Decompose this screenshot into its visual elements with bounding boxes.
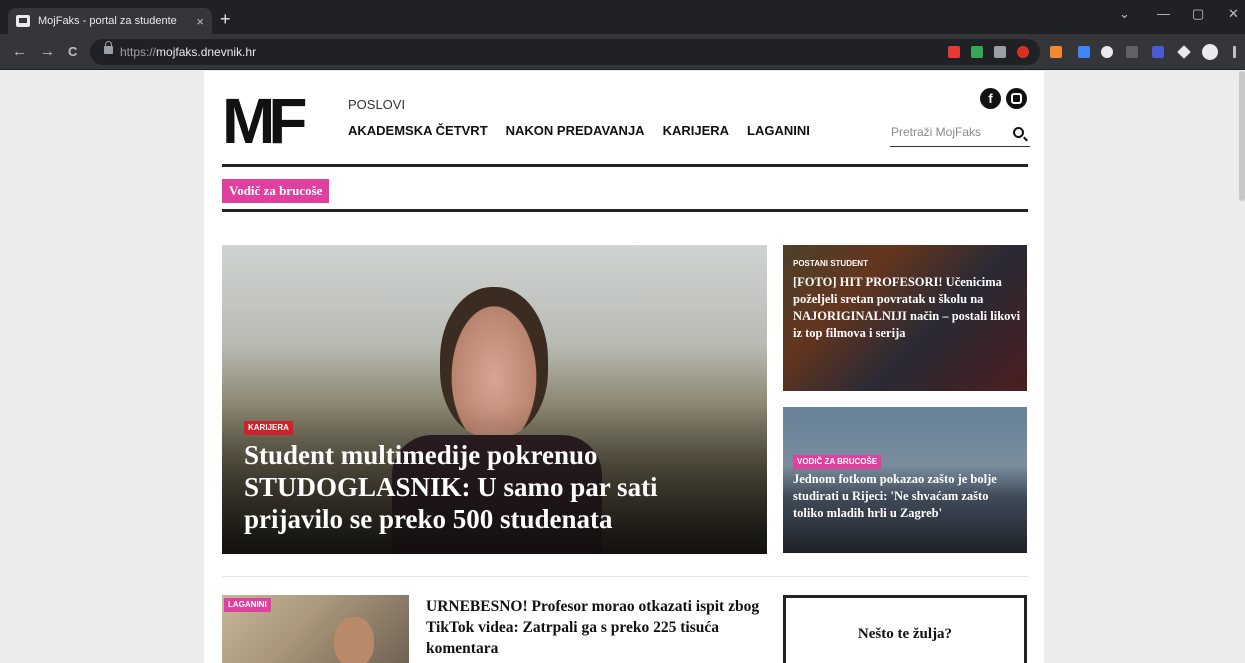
maximize-button[interactable]: ▢ [1192, 6, 1204, 22]
article-thumbnail[interactable]: LAGANINI [222, 595, 409, 663]
nav-nakon-predavanja[interactable]: NAKON PREDAVANJA [506, 123, 645, 138]
article-title[interactable]: URNEBESNO! Profesor morao otkazati ispit… [426, 596, 771, 659]
site-favicon-icon [16, 15, 30, 27]
tab-title: MojFaks - portal za studente [38, 15, 177, 27]
tab-search-chevron-icon[interactable]: ⌄ [1119, 6, 1130, 22]
feedback-widget: Nešto te žulja? [783, 595, 1027, 663]
side-article-card[interactable]: VODIČ ZA BRUCOŠE Jednom fotkom pokazao z… [783, 407, 1027, 553]
nav-laganini[interactable]: LAGANINI [747, 123, 810, 138]
media-extension-icon[interactable] [994, 46, 1006, 58]
new-tab-button[interactable]: + [220, 8, 231, 30]
network-extension-icon[interactable] [1078, 46, 1090, 58]
nav-karijera[interactable]: KARIJERA [663, 123, 729, 138]
feedback-widget-title: Nešto te žulja? [857, 626, 953, 642]
profile-avatar[interactable] [1202, 44, 1218, 60]
browser-toolbar: ← → C https://mojfaks.dnevnik.hr ⇪ ☆ [0, 34, 1245, 70]
nav-poslovi-link[interactable]: POSLOVI [348, 97, 405, 112]
main-navigation: AKADEMSKA ČETVRT NAKON PREDAVANJA KARIJE… [348, 123, 810, 138]
pinterest-extension-icon[interactable] [1017, 46, 1029, 58]
forward-button[interactable]: → [40, 43, 55, 61]
hero-title[interactable]: Student multimedije pokrenuo STUDOGLASNI… [244, 439, 744, 535]
thumbnail-person [334, 617, 374, 663]
article-category-label[interactable]: LAGANINI [224, 598, 271, 612]
vodic-za-brucose-tag[interactable]: Vodič za brucoše [222, 179, 330, 203]
address-bar[interactable]: https://mojfaks.dnevnik.hr ⇪ ☆ [90, 39, 1040, 65]
section-divider [222, 576, 1028, 577]
card-category-label[interactable]: VODIČ ZA BRUCOŠE [793, 455, 882, 469]
formula-extension-icon[interactable] [1126, 46, 1138, 58]
browser-tab[interactable]: MojFaks - portal za studente × [8, 8, 212, 34]
minimize-button[interactable]: — [1157, 6, 1170, 21]
fox-extension-icon[interactable] [1050, 46, 1062, 58]
browser-tab-bar: MojFaks - portal za studente × + ⌄ — ▢ ✕ [0, 0, 1245, 34]
header-divider [222, 164, 1028, 167]
more-menu-icon[interactable] [1233, 46, 1236, 58]
side-article-card[interactable]: POSTANI STUDENT [FOTO] HIT PROFESORI! Uč… [783, 245, 1027, 391]
sheets-extension-icon[interactable] [971, 46, 983, 58]
hero-category-label[interactable]: KARIJERA [244, 421, 293, 435]
instagram-icon[interactable] [1006, 88, 1027, 109]
bluesky-extension-icon[interactable] [1152, 46, 1164, 58]
page-scrollbar[interactable] [1239, 71, 1245, 201]
nav-akademska-cetvrt[interactable]: AKADEMSKA ČETVRT [348, 123, 488, 138]
window-close-button[interactable]: ✕ [1228, 6, 1239, 22]
s-extension-icon[interactable] [1101, 46, 1113, 58]
card-category-label[interactable]: POSTANI STUDENT [793, 257, 868, 271]
card-title[interactable]: [FOTO] HIT PROFESORI! Učenicima poželjel… [793, 274, 1021, 342]
mojfaks-logo[interactable]: MF [222, 89, 307, 153]
tab-close-icon[interactable]: × [196, 14, 204, 29]
search-icon[interactable] [1013, 127, 1024, 138]
lock-icon[interactable] [104, 41, 113, 54]
hero-article[interactable]: KARIJERA Student multimedije pokrenuo ST… [222, 245, 767, 554]
extensions-puzzle-icon[interactable] [1177, 45, 1191, 59]
url-text[interactable]: https://mojfaks.dnevnik.hr [120, 45, 256, 59]
tag-divider [222, 209, 1028, 212]
search-input[interactable]: Pretraži MojFaks [891, 125, 981, 139]
search-box[interactable]: Pretraži MojFaks [890, 123, 1030, 147]
reload-button[interactable]: C [68, 43, 77, 61]
page-content: MF POSLOVI AKADEMSKA ČETVRT NAKON PREDAV… [204, 71, 1044, 663]
facebook-icon[interactable]: f [980, 88, 1001, 109]
back-button[interactable]: ← [12, 43, 27, 61]
card-title[interactable]: Jednom fotkom pokazao zašto je bolje stu… [793, 471, 1021, 522]
pdf-extension-icon[interactable] [948, 46, 960, 58]
